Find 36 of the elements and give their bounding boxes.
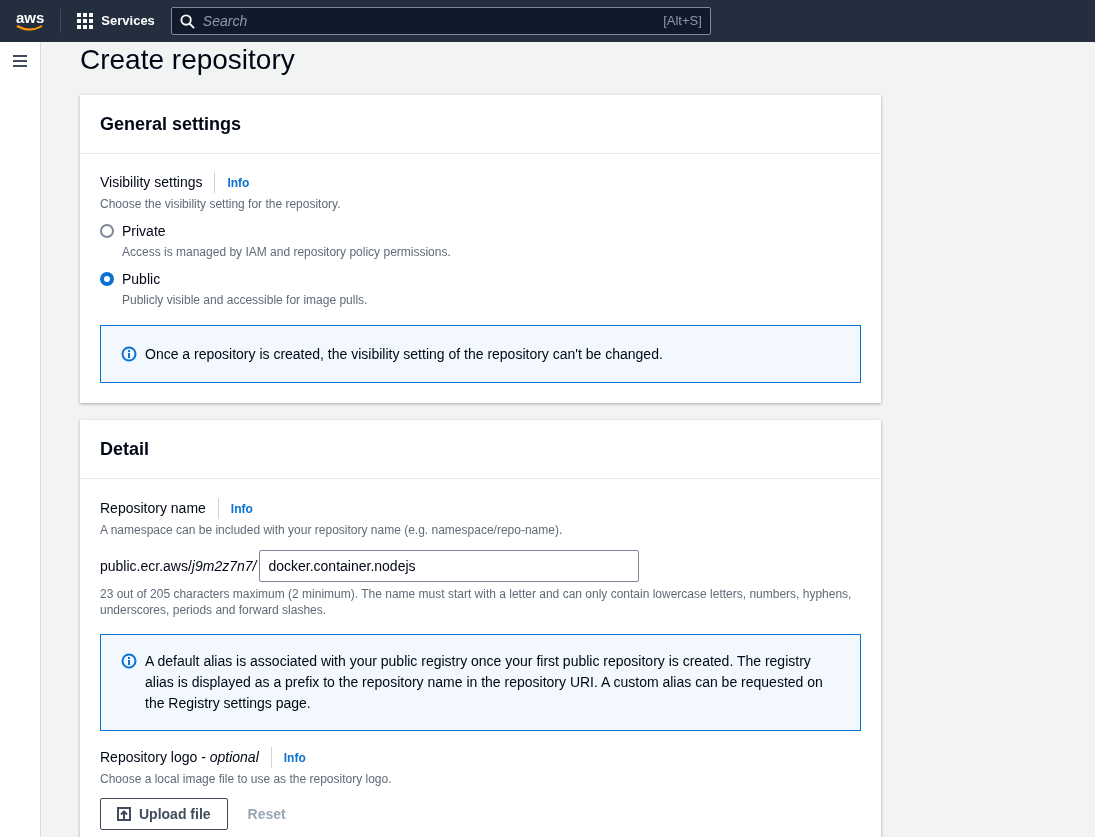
search-icon (179, 13, 195, 29)
radio-description: Access is managed by IAM and repository policy permissions. (122, 244, 451, 261)
card-heading: General settings (100, 113, 243, 136)
constraint-text: 23 out of 205 characters maximum (2 minimum). The name must start with a letter and can only contain lowercase letters, numbers, hyphens, underscores, periods and forward slashes. (100, 586, 853, 618)
grid-icon (77, 13, 94, 29)
keyboard-shortcut: [Alt+S] (663, 12, 702, 31)
field-description: Choose a local image file to use as the repository logo. (100, 771, 393, 788)
search-bar[interactable]: Search [Alt+S] (170, 7, 711, 35)
field-label: Repository name (100, 498, 219, 519)
page-title: Create repository (80, 43, 296, 77)
repository-name-field[interactable]: docker.container.nodejs (259, 550, 640, 582)
smile-icon (16, 25, 45, 31)
alert-text: Once a repository is created, the visibility setting of the repository can't be changed. (145, 345, 663, 364)
card-heading: Detail (100, 438, 151, 461)
radio-label[interactable]: Private (122, 221, 451, 242)
menu-icon[interactable] (12, 54, 28, 68)
info-link[interactable]: Info (230, 499, 253, 518)
radio-description: Publicly visible and accessible for image pulls. (122, 292, 368, 309)
radio-button[interactable] (100, 272, 114, 286)
upload-icon (117, 807, 131, 821)
field-description: Choose the visibility setting for the repository. (100, 196, 342, 213)
info-link[interactable]: Info (227, 173, 250, 192)
search-field[interactable]: Search (202, 10, 656, 32)
radio-label[interactable]: Public (122, 269, 368, 290)
services-button[interactable]: Services (61, 11, 171, 31)
field-label: Repository logo - optional (100, 747, 272, 768)
field-description: A namespace can be included with your repository name (e.g. namespace/repo-name). (100, 522, 564, 539)
info-link[interactable]: Info (283, 748, 306, 767)
upload-file-button[interactable]: Upload file (100, 798, 228, 830)
logo[interactable]: aws (16, 11, 45, 25)
info-icon (121, 653, 137, 669)
repository-prefix: public.ecr.aws/j9m2z7n7/ (100, 556, 259, 576)
field-label: Visibility settings (100, 172, 216, 193)
radio-button[interactable] (100, 224, 114, 238)
info-icon (121, 346, 137, 362)
alert-text: A default alias is associated with your public registry once your first public repository is created. The registry alias is displayed as a prefix to the repository name in the repository URI. A custom alias can be requested on the Registry settings page. (145, 652, 824, 713)
